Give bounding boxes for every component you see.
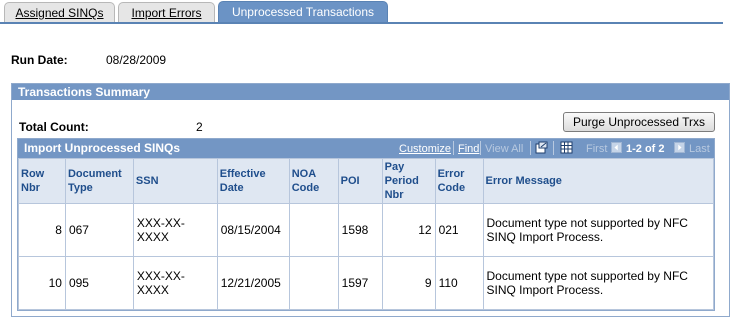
col-pay-period-nbr[interactable]: Pay Period Nbr	[381, 158, 436, 204]
purge-unprocessed-trxs-button[interactable]: Purge Unprocessed Trxs	[563, 112, 715, 132]
run-date-label: Run Date:	[11, 53, 68, 67]
effective-date-cell: 08/15/2004	[216, 203, 290, 257]
table-header-row: Row Nbr Document Type SSN Effective Date…	[18, 158, 714, 204]
tab-bar: Assigned SINQs Import Errors Unprocessed…	[0, 0, 737, 24]
transactions-summary-title: Transactions Summary	[12, 84, 729, 100]
import-unprocessed-sinqs-grid: Import Unprocessed SINQs Customize Find …	[17, 138, 715, 311]
effective-date-cell: 12/21/2005	[216, 256, 290, 310]
row-nbr-cell: 10	[18, 256, 66, 310]
nav-separator	[453, 141, 454, 155]
col-effective-date[interactable]: Effective Date	[216, 158, 290, 204]
row-nbr-cell: 8	[18, 203, 66, 257]
error-message-cell: Document type not supported by NFC SINQ …	[482, 256, 714, 310]
col-error-message[interactable]: Error Message	[482, 158, 714, 204]
noa-code-cell	[288, 256, 339, 310]
download-grid-icon[interactable]	[560, 141, 573, 154]
poi-cell: 1597	[337, 256, 383, 310]
ssn-cell: XXX-XX-XXXX	[132, 203, 218, 257]
grid-title: Import Unprocessed SINQs	[24, 141, 181, 155]
col-ssn[interactable]: SSN	[132, 158, 218, 204]
table-row: 10 095 XXX-XX-XXXX 12/21/2005 1597 9 110…	[18, 256, 714, 310]
error-code-cell: 110	[434, 256, 484, 310]
error-code-cell: 021	[434, 203, 484, 257]
find-link[interactable]: Find	[458, 143, 479, 155]
grid-header: Import Unprocessed SINQs Customize Find …	[18, 139, 714, 158]
ssn-cell: XXX-XX-XXXX	[132, 256, 218, 310]
pay-period-cell: 9	[381, 256, 436, 310]
total-count-value: 2	[196, 120, 203, 134]
first-link: First	[586, 143, 608, 155]
nav-separator	[530, 141, 531, 155]
nav-separator	[553, 141, 554, 155]
new-window-icon[interactable]	[535, 141, 548, 154]
document-type-cell: 067	[64, 203, 134, 257]
tab-underline	[0, 22, 723, 24]
sinq-table: Row Nbr Document Type SSN Effective Date…	[18, 158, 714, 310]
col-noa-code[interactable]: NOA Code	[288, 158, 339, 204]
last-link: Last	[689, 143, 710, 155]
col-row-nbr[interactable]: Row Nbr	[18, 158, 66, 204]
next-icon	[674, 142, 685, 153]
run-date-value: 08/28/2009	[106, 53, 167, 67]
document-type-cell: 095	[64, 256, 134, 310]
col-document-type[interactable]: Document Type	[64, 158, 134, 204]
previous-icon	[611, 142, 622, 153]
tab-import-errors[interactable]: Import Errors	[118, 2, 215, 22]
tab-unprocessed-transactions[interactable]: Unprocessed Transactions	[218, 1, 388, 23]
total-count-label: Total Count:	[19, 120, 89, 134]
tab-assigned-sinqs[interactable]: Assigned SINQs	[4, 2, 115, 22]
col-error-code[interactable]: Error Code	[434, 158, 484, 204]
view-all-link: View All	[485, 143, 524, 155]
row-range: 1-2 of 2	[626, 143, 665, 155]
customize-link[interactable]: Customize	[399, 143, 451, 155]
nav-separator	[480, 141, 481, 155]
pay-period-cell: 12	[381, 203, 436, 257]
table-row: 8 067 XXX-XX-XXXX 08/15/2004 1598 12 021…	[18, 203, 714, 257]
noa-code-cell	[288, 203, 339, 257]
error-message-cell: Document type not supported by NFC SINQ …	[482, 203, 714, 257]
poi-cell: 1598	[337, 203, 383, 257]
col-poi[interactable]: POI	[337, 158, 383, 204]
